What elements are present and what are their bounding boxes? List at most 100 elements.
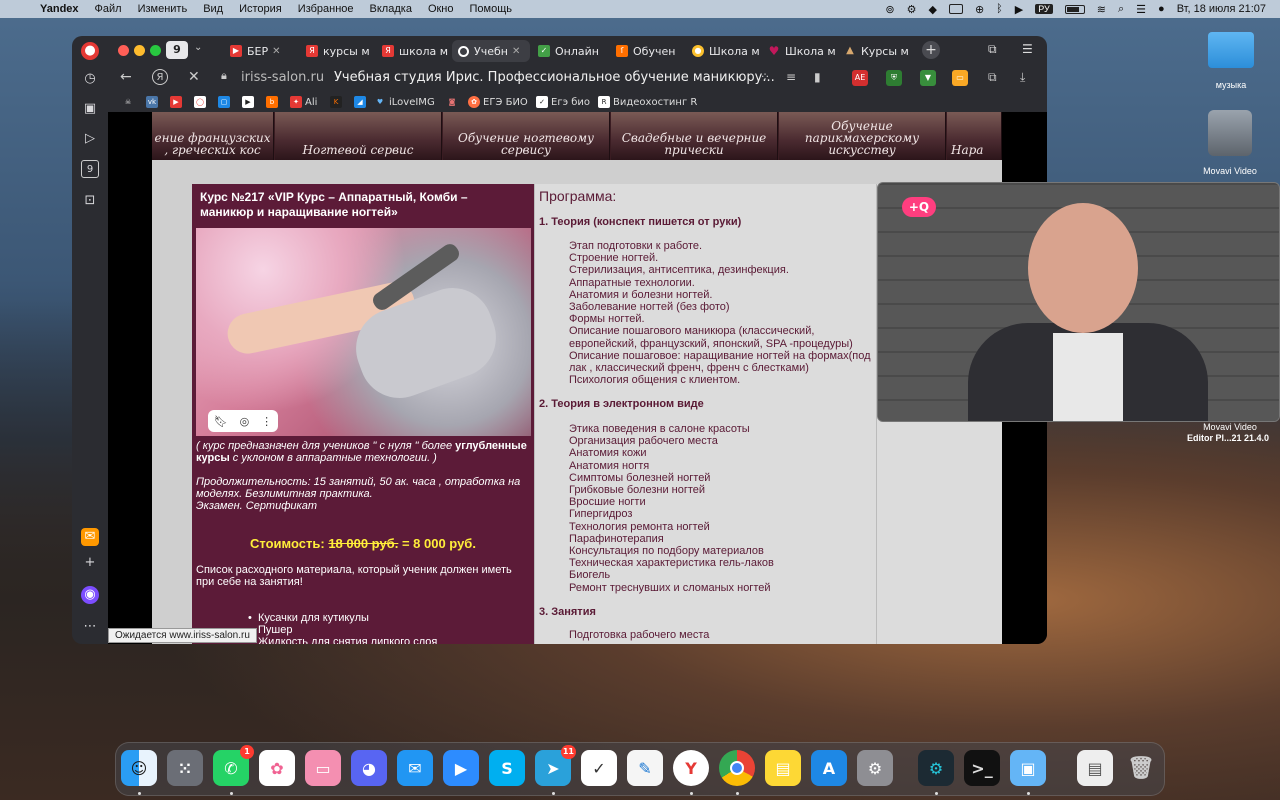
- close-icon[interactable]: ✕: [272, 46, 280, 57]
- minimize-window-button[interactable]: [134, 45, 145, 56]
- collections-icon[interactable]: ▣: [81, 100, 99, 118]
- discord-icon[interactable]: ◕: [351, 750, 387, 786]
- photos-icon[interactable]: ✿: [259, 750, 295, 786]
- keyboard-icon[interactable]: [948, 4, 963, 14]
- menu-history[interactable]: История: [239, 3, 282, 15]
- bookmark-icon[interactable]: 🔖︎: [214, 415, 228, 428]
- more-icon[interactable]: ⋯: [81, 618, 99, 636]
- tab-sync-icon[interactable]: ⧉: [988, 42, 997, 57]
- search-icon[interactable]: ⌕: [1118, 3, 1124, 16]
- menu-favorites[interactable]: Избранное: [298, 3, 354, 15]
- app-store-icon[interactable]: A: [811, 750, 847, 786]
- close-icon[interactable]: ✕: [512, 46, 520, 57]
- banner-nail-training[interactable]: Обучение ногтевому сервису: [443, 112, 610, 160]
- menu-window[interactable]: Окно: [428, 3, 454, 15]
- tab-8[interactable]: ♥ Школа м: [762, 40, 838, 62]
- bookmark-ege-bio-2[interactable]: ✓ Егэ био: [536, 96, 590, 108]
- bookmark-6[interactable]: ▶: [242, 96, 257, 108]
- bookmark-ege-bio[interactable]: ✿ ЕГЭ БИО: [468, 96, 528, 108]
- bookmark-7[interactable]: b: [266, 96, 281, 108]
- menu-tab[interactable]: Вкладка: [370, 3, 412, 15]
- extension-icon-3[interactable]: ▼: [920, 70, 936, 86]
- tab-5[interactable]: ✓ Онлайн: [532, 40, 608, 62]
- bookmark-ali[interactable]: ✦ Ali: [290, 96, 317, 108]
- tabs-counter-icon[interactable]: 9: [81, 160, 99, 178]
- bookmark-4[interactable]: ◯: [194, 96, 209, 108]
- more-vertical-icon[interactable]: ⋮: [261, 415, 272, 428]
- reader-icon[interactable]: ≡: [786, 70, 796, 84]
- skype-icon[interactable]: S: [489, 750, 525, 786]
- disk-image-icon[interactable]: [1208, 110, 1252, 156]
- stop-loading-icon[interactable]: ✕: [188, 69, 200, 85]
- menu-icon[interactable]: ☰: [1022, 42, 1033, 56]
- trash-icon[interactable]: 🗑︎: [1123, 750, 1159, 786]
- tab-9[interactable]: ▲ Курсы м: [838, 40, 914, 62]
- folder-icon[interactable]: [1208, 32, 1254, 68]
- banner-hairdressing[interactable]: Обучение парикмахерскому искусству: [779, 112, 946, 160]
- clock[interactable]: Вт, 18 июля 21:07: [1177, 3, 1266, 15]
- play-icon[interactable]: ▶: [1015, 3, 1023, 16]
- close-window-button[interactable]: [118, 45, 129, 56]
- terminal-icon[interactable]: >_: [964, 750, 1000, 786]
- tab-7[interactable]: ● Школа м: [686, 40, 762, 62]
- presentation-icon[interactable]: ▭: [305, 750, 341, 786]
- app-label-line2[interactable]: Editor Pl...21 21.4.0: [1176, 433, 1280, 443]
- finder-icon[interactable]: ☺: [121, 750, 157, 786]
- telegram-icon[interactable]: ➤ 11: [535, 745, 576, 786]
- system-preferences-icon[interactable]: ⚙: [857, 750, 893, 786]
- launchpad-icon[interactable]: ⁙: [167, 750, 203, 786]
- app-label-line1[interactable]: Movavi Video: [1180, 422, 1280, 432]
- textedit-icon[interactable]: ✎: [627, 750, 663, 786]
- folder-label[interactable]: музыка: [1196, 80, 1266, 90]
- banner-wedding[interactable]: Свадебные и вечерние прически: [611, 112, 778, 160]
- bookmark-10[interactable]: ◢: [354, 96, 369, 108]
- apps-icon[interactable]: ⁘: [760, 70, 770, 84]
- history-icon[interactable]: ◷: [81, 70, 99, 88]
- yandex-home-icon[interactable]: Я: [152, 69, 168, 85]
- pip-video[interactable]: +Q: [877, 182, 1280, 422]
- disk-label[interactable]: Movavi Video: [1180, 166, 1280, 176]
- bookmark-5[interactable]: ▢: [218, 96, 233, 108]
- input-language[interactable]: РУ: [1035, 4, 1053, 14]
- add-panel-icon[interactable]: +: [81, 554, 99, 572]
- play-circle-icon[interactable]: ▷: [81, 130, 99, 148]
- notes-icon[interactable]: ▤: [765, 750, 801, 786]
- bookmark-12[interactable]: ◙: [446, 96, 461, 108]
- back-icon[interactable]: ←: [120, 69, 132, 85]
- bookmark-ilovelmg[interactable]: ♥ iLoveIMG: [374, 96, 435, 108]
- airplay-icon[interactable]: ⊕: [975, 3, 984, 16]
- page-title[interactable]: Учебная студия Ирис. Профессиональное об…: [334, 70, 775, 85]
- creative-cloud-icon[interactable]: ⊚: [885, 3, 894, 16]
- bookmark-9[interactable]: K: [330, 96, 345, 108]
- video-editor-icon[interactable]: ▣: [1010, 750, 1046, 786]
- bookmark-videohosting[interactable]: R Видеохостинг R: [598, 96, 697, 108]
- url-text[interactable]: iriss-salon.ru: [241, 70, 324, 85]
- menu-app-name[interactable]: Yandex: [40, 3, 79, 15]
- menu-file[interactable]: Файл: [95, 3, 122, 15]
- extensions-icon[interactable]: ⧉: [988, 70, 997, 85]
- tab-3[interactable]: Яшкола м: [376, 40, 452, 62]
- yandex-browser-icon[interactable]: Y: [673, 750, 709, 786]
- mail-icon[interactable]: ✉: [81, 528, 99, 546]
- banner-nail-service[interactable]: Ногтевой сервис: [275, 112, 442, 160]
- siri-icon[interactable]: ●: [1158, 3, 1165, 15]
- profile-avatar[interactable]: ●: [81, 42, 99, 60]
- notification-icon[interactable]: ◆: [928, 3, 936, 16]
- mail-icon[interactable]: ✉: [397, 750, 433, 786]
- download-icon[interactable]: ⤓: [1020, 70, 1025, 85]
- bluetooth-icon[interactable]: ᛒ: [996, 3, 1003, 15]
- tab-count-badge[interactable]: 9: [166, 41, 188, 59]
- menu-edit[interactable]: Изменить: [138, 3, 188, 15]
- new-tab-button[interactable]: +: [922, 41, 940, 59]
- download-app-icon[interactable]: ⚙: [918, 750, 954, 786]
- bookmark-1[interactable]: ☠: [122, 96, 137, 108]
- screenshot-icon[interactable]: ⊡: [81, 192, 99, 210]
- bookmark-vk[interactable]: vk: [146, 96, 161, 108]
- menu-view[interactable]: Вид: [203, 3, 223, 15]
- alice-icon[interactable]: ◉: [81, 586, 99, 604]
- whatsapp-icon[interactable]: ✆ 1: [213, 745, 254, 786]
- chrome-icon[interactable]: [719, 750, 755, 786]
- extension-icon-1[interactable]: AE: [852, 70, 868, 86]
- maximize-window-button[interactable]: [150, 45, 161, 56]
- battery-extension-icon[interactable]: ▭: [952, 70, 968, 86]
